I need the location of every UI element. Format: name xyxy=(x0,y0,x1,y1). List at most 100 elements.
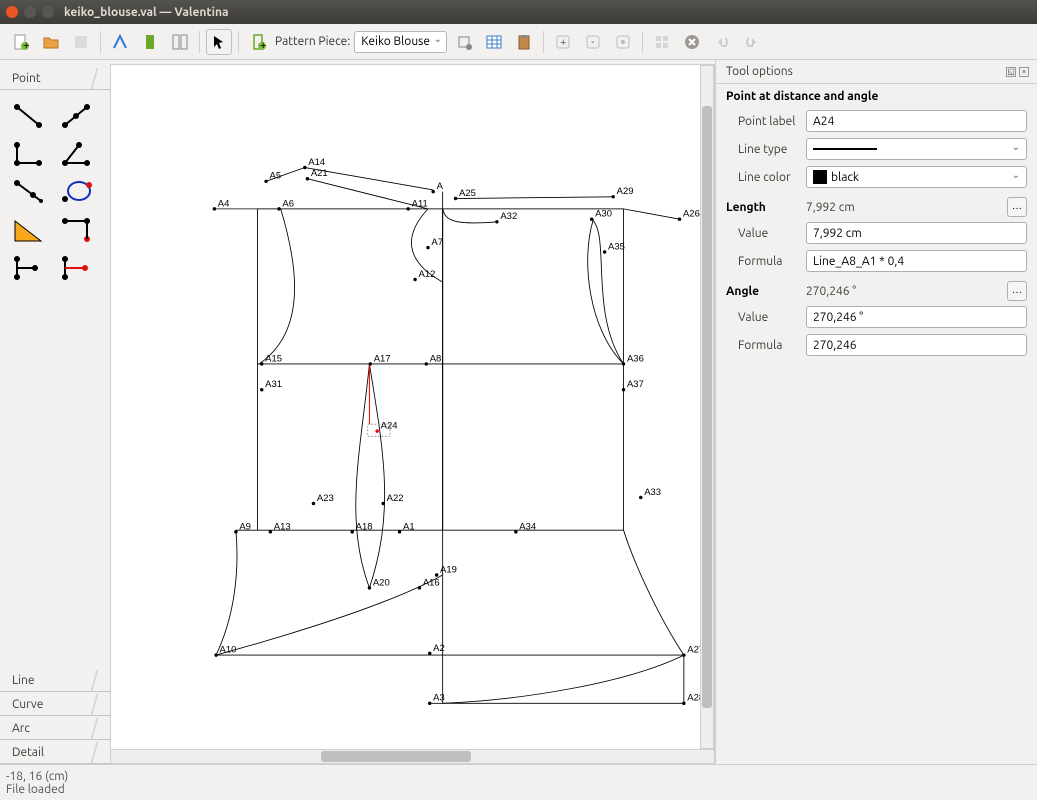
svg-text:A32: A32 xyxy=(500,211,517,222)
length-value-input[interactable] xyxy=(806,222,1027,244)
main-toolbar: + + Pattern Piece: Keiko Blouse + - xyxy=(0,24,1037,60)
panel-float-button[interactable]: ◱ xyxy=(1006,67,1016,77)
svg-text:A16: A16 xyxy=(423,577,440,588)
svg-text:A34: A34 xyxy=(519,521,536,532)
window-maximize-button[interactable] xyxy=(42,6,54,18)
length-section-label: Length xyxy=(726,201,798,214)
tool-options-panel: Tool options ◱ × Point at distance and a… xyxy=(715,60,1037,764)
length-expand-button[interactable]: … xyxy=(1007,197,1027,217)
window-close-button[interactable] xyxy=(6,6,18,18)
statusbar: -18, 16 (cm) File loaded xyxy=(0,764,1037,800)
undo-button[interactable] xyxy=(709,29,735,55)
table-button[interactable] xyxy=(481,29,507,55)
svg-text:A18: A18 xyxy=(356,521,373,532)
tool-options-title: Tool options xyxy=(726,65,793,78)
pattern-piece-value: Keiko Blouse xyxy=(361,35,430,48)
svg-text:A33: A33 xyxy=(644,487,661,498)
new-pattern-piece-button[interactable]: + xyxy=(245,29,271,55)
line-type-combo[interactable] xyxy=(806,138,1027,160)
line-color-combo[interactable]: black xyxy=(806,166,1027,188)
zoom-in-button[interactable]: + xyxy=(550,29,576,55)
svg-text:A11: A11 xyxy=(412,198,428,209)
color-swatch xyxy=(813,170,827,184)
tool-piece-button[interactable] xyxy=(137,29,163,55)
tool-endline[interactable] xyxy=(8,98,48,134)
accordion-tab-point[interactable]: Point xyxy=(0,68,110,90)
line-color-value: black xyxy=(831,171,859,184)
svg-text:A6: A6 xyxy=(282,198,294,209)
tool-layout-button[interactable] xyxy=(167,29,193,55)
save-file-button[interactable] xyxy=(68,29,94,55)
tool-arrow-blue-button[interactable] xyxy=(107,29,133,55)
svg-text:A19: A19 xyxy=(440,564,457,575)
svg-text:A24: A24 xyxy=(381,421,398,432)
panel-close-button[interactable]: × xyxy=(1019,67,1029,77)
redo-button[interactable] xyxy=(739,29,765,55)
svg-text:A8: A8 xyxy=(430,353,442,364)
tool-height[interactable] xyxy=(8,250,48,286)
angle-expand-button[interactable]: … xyxy=(1007,281,1027,301)
accordion-tab-curve[interactable]: Curve xyxy=(0,694,110,716)
pattern-piece-combo[interactable]: Keiko Blouse xyxy=(354,31,447,53)
angle-value-input[interactable] xyxy=(806,306,1027,328)
new-file-button[interactable]: + xyxy=(8,29,34,55)
window-title: keiko_blouse.val — Valentina xyxy=(64,6,228,19)
angle-section-value: 270,246 ° xyxy=(806,285,999,298)
tool-along-line[interactable] xyxy=(56,98,96,134)
svg-text:A23: A23 xyxy=(317,493,334,504)
svg-text:A17: A17 xyxy=(374,353,391,364)
pointer-tool-button[interactable] xyxy=(206,29,232,55)
accordion-tab-detail[interactable]: Detail xyxy=(0,742,110,764)
open-file-button[interactable] xyxy=(38,29,64,55)
stop-button[interactable] xyxy=(679,29,705,55)
svg-text:A14: A14 xyxy=(308,157,325,168)
svg-text:A37: A37 xyxy=(627,379,644,390)
svg-text:A25: A25 xyxy=(459,188,476,199)
svg-text:A22: A22 xyxy=(387,493,404,504)
length-value-lbl: Value xyxy=(726,227,798,240)
vertical-scrollbar[interactable] xyxy=(700,65,714,749)
tool-contact[interactable] xyxy=(56,174,96,210)
window-minimize-button[interactable] xyxy=(24,6,36,18)
accordion-tab-line[interactable]: Line xyxy=(0,670,110,692)
angle-section-label: Angle xyxy=(726,285,798,298)
angle-formula-input[interactable] xyxy=(806,334,1027,356)
horizontal-scrollbar[interactable] xyxy=(110,750,715,764)
angle-value-lbl: Value xyxy=(726,311,798,324)
tool-triangle[interactable] xyxy=(8,212,48,248)
line-type-preview xyxy=(813,148,877,150)
length-formula-lbl: Formula xyxy=(726,255,798,268)
svg-text:A9: A9 xyxy=(239,521,251,532)
point-label-input[interactable] xyxy=(806,110,1027,132)
drawing-canvas[interactable]: AA4A5A6A14A21A25A11A7A12A29A26A32A30A35A… xyxy=(110,64,715,750)
clipboard-button[interactable] xyxy=(511,29,537,55)
status-message: File loaded xyxy=(6,783,1031,796)
svg-text:A35: A35 xyxy=(608,241,625,252)
svg-text:A3: A3 xyxy=(433,693,445,704)
tool-line-intersect-axis[interactable] xyxy=(56,250,96,286)
accordion-tab-arc[interactable]: Arc xyxy=(0,718,110,740)
svg-text:A12: A12 xyxy=(419,269,436,280)
tool-shoulder[interactable] xyxy=(8,174,48,210)
svg-text:A4: A4 xyxy=(218,198,230,209)
titlebar: keiko_blouse.val — Valentina xyxy=(0,0,1037,24)
point-tools-panel xyxy=(0,90,110,668)
pattern-piece-label: Pattern Piece: xyxy=(275,35,350,48)
line-color-lbl: Line color xyxy=(726,171,798,184)
tool-normal[interactable] xyxy=(8,136,48,172)
history-button[interactable] xyxy=(649,29,675,55)
svg-text:-: - xyxy=(591,36,595,48)
config-button[interactable] xyxy=(451,29,477,55)
svg-text:A15: A15 xyxy=(265,353,282,364)
svg-text:A30: A30 xyxy=(595,209,612,220)
svg-text:A29: A29 xyxy=(617,186,634,197)
svg-text:+: + xyxy=(260,40,266,51)
length-formula-input[interactable] xyxy=(806,250,1027,272)
zoom-fit-button[interactable] xyxy=(610,29,636,55)
tool-bisector[interactable] xyxy=(56,136,96,172)
svg-text:A2: A2 xyxy=(433,643,445,654)
angle-formula-lbl: Formula xyxy=(726,339,798,352)
tool-point-intersection[interactable] xyxy=(56,212,96,248)
point-label-lbl: Point label xyxy=(726,115,798,128)
zoom-out-button[interactable]: - xyxy=(580,29,606,55)
